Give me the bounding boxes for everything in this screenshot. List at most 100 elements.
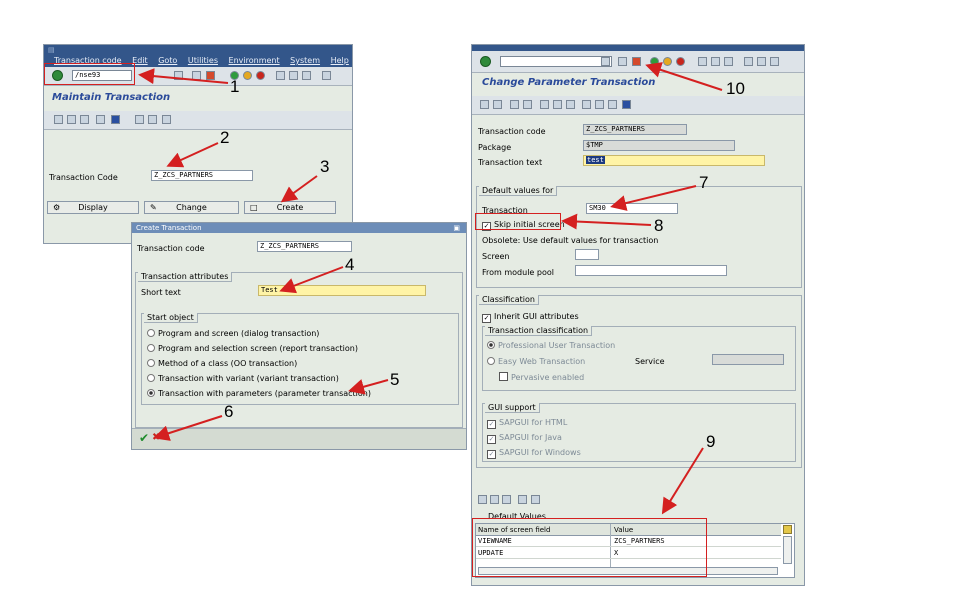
option-report-transaction[interactable]: Program and selection screen (report tra… <box>147 344 358 353</box>
transaction-text-label: Transaction text <box>478 158 543 167</box>
checkbox-checked-icon: ✓ <box>487 420 496 429</box>
display-button-label: Display <box>78 203 108 212</box>
find-icon[interactable] <box>289 71 298 80</box>
professional-user-radio[interactable]: Professional User Transaction <box>487 341 615 350</box>
screen-label: Screen <box>482 252 510 261</box>
menu-goto[interactable]: Goto <box>158 56 177 65</box>
option-oo-transaction[interactable]: Method of a class (OO transaction) <box>147 359 297 368</box>
transport-icon[interactable] <box>162 115 171 124</box>
transaction-text-field[interactable]: test <box>583 155 765 166</box>
other-object-icon[interactable] <box>553 100 562 109</box>
create-button[interactable]: □ Create <box>244 201 336 214</box>
service-label: Service <box>635 357 665 366</box>
table-settings-icon[interactable] <box>783 525 792 534</box>
back-icon[interactable] <box>192 71 201 80</box>
hierarchy-icon[interactable] <box>80 115 89 124</box>
right-prev-page-icon[interactable] <box>757 57 766 66</box>
gui-java-checkbox[interactable]: ✓ SAPGUI for Java <box>487 433 562 444</box>
cancel-icon[interactable] <box>256 71 265 80</box>
hierarchy-icon[interactable] <box>566 100 575 109</box>
gui-support-title: GUI support <box>485 403 540 413</box>
delete-row-icon[interactable] <box>531 495 540 504</box>
next-object-icon[interactable] <box>493 100 502 109</box>
easy-web-radio[interactable]: Easy Web Transaction <box>487 357 585 366</box>
module-pool-field[interactable] <box>575 265 727 276</box>
menu-environment[interactable]: Environment <box>229 56 280 65</box>
right-find-icon[interactable] <box>711 57 720 66</box>
right-dropdown-icon[interactable] <box>601 57 610 66</box>
checkbox-checked-icon: ✓ <box>487 450 496 459</box>
right-find-next-icon[interactable] <box>724 57 733 66</box>
paste-icon[interactable] <box>502 495 511 504</box>
cut-icon[interactable] <box>478 495 487 504</box>
cancel-x-icon[interactable]: ✖ <box>152 432 160 443</box>
short-text-field[interactable]: Test <box>258 285 426 296</box>
display-button[interactable]: ⚙ Display <box>47 201 139 214</box>
confirm-check-icon[interactable]: ✔ <box>139 431 149 445</box>
right-first-page-icon[interactable] <box>744 57 753 66</box>
default-values-group: Default values for Transaction SM30 ✓ Ski… <box>476 186 802 288</box>
copy-icon[interactable] <box>148 115 157 124</box>
insert-row-icon[interactable] <box>518 495 527 504</box>
where-used-icon[interactable] <box>96 115 105 124</box>
menu-utilities[interactable]: Utilities <box>188 56 218 65</box>
option-label: Transaction with parameters (parameter t… <box>158 389 371 398</box>
application-toolbar <box>44 111 352 130</box>
right-back-icon[interactable] <box>618 57 627 66</box>
vertical-scrollbar[interactable] <box>783 536 792 564</box>
dialog-transaction-code-field[interactable]: Z_ZCS_PARTNERS <box>257 241 352 252</box>
save-icon[interactable] <box>206 71 215 80</box>
right-cancel-icon[interactable] <box>676 57 685 66</box>
change-button[interactable]: ✎ Change <box>144 201 239 214</box>
right-command-field[interactable] <box>500 56 612 67</box>
transaction-field[interactable]: SM30 <box>586 203 678 214</box>
close-icon[interactable]: ▣ <box>453 223 460 233</box>
delete-icon[interactable] <box>135 115 144 124</box>
pervasive-checkbox[interactable]: Pervasive enabled <box>499 372 584 382</box>
create-button-label: Create <box>276 203 304 212</box>
annotation-6: 6 <box>224 402 234 421</box>
dropdown-icon[interactable] <box>174 71 183 80</box>
gui-windows-checkbox[interactable]: ✓ SAPGUI for Windows <box>487 448 581 459</box>
check-icon[interactable] <box>523 100 532 109</box>
exit-icon[interactable] <box>243 71 252 80</box>
find-next-icon[interactable] <box>302 71 311 80</box>
pencil-icon: ✎ <box>150 203 157 212</box>
right-save-icon[interactable] <box>632 57 641 66</box>
right-next-page-icon[interactable] <box>770 57 779 66</box>
display-change-icon[interactable] <box>510 100 519 109</box>
screen-field[interactable] <box>575 249 599 260</box>
menu-help[interactable]: Help <box>331 56 349 65</box>
right-back-green-icon[interactable] <box>650 57 659 66</box>
prev-object-icon[interactable] <box>480 100 489 109</box>
menu-system[interactable]: System <box>290 56 320 65</box>
gui-windows-label: SAPGUI for Windows <box>499 448 581 457</box>
option-label: Program and selection screen (report tra… <box>158 344 358 353</box>
transaction-code-field[interactable]: Z_ZCS_PARTNERS <box>151 170 253 181</box>
copy-icon[interactable] <box>490 495 499 504</box>
object-list-icon[interactable] <box>54 115 63 124</box>
object-list-icon[interactable] <box>540 100 549 109</box>
right-standard-toolbar <box>472 51 804 73</box>
info-icon[interactable] <box>622 100 631 109</box>
option-variant-transaction[interactable]: Transaction with variant (variant transa… <box>147 374 339 383</box>
transaction-classification-title: Transaction classification <box>485 326 593 336</box>
service-field <box>712 354 784 365</box>
first-page-icon[interactable] <box>322 71 331 80</box>
inherit-gui-checkbox[interactable]: ✓ Inherit GUI attributes <box>482 312 579 323</box>
right-application-toolbar <box>472 96 804 115</box>
layout-icon[interactable] <box>595 100 604 109</box>
gui-support-group: GUI support ✓ SAPGUI for HTML ✓ SAPGUI for… <box>482 403 796 462</box>
gui-html-checkbox[interactable]: ✓ SAPGUI for HTML <box>487 418 567 429</box>
option-dialog-transaction[interactable]: Program and screen (dialog transaction) <box>147 329 319 338</box>
right-print-icon[interactable] <box>698 57 707 66</box>
info-icon[interactable] <box>111 115 120 124</box>
radio-icon <box>147 329 155 337</box>
right-enter-check-icon[interactable] <box>480 56 491 67</box>
where-used-icon[interactable] <box>582 100 591 109</box>
print-icon[interactable] <box>276 71 285 80</box>
right-exit-icon[interactable] <box>663 57 672 66</box>
other-object-icon[interactable] <box>67 115 76 124</box>
option-parameter-transaction[interactable]: Transaction with parameters (parameter t… <box>147 389 371 398</box>
checkbox-checked-icon: ✓ <box>487 435 496 444</box>
